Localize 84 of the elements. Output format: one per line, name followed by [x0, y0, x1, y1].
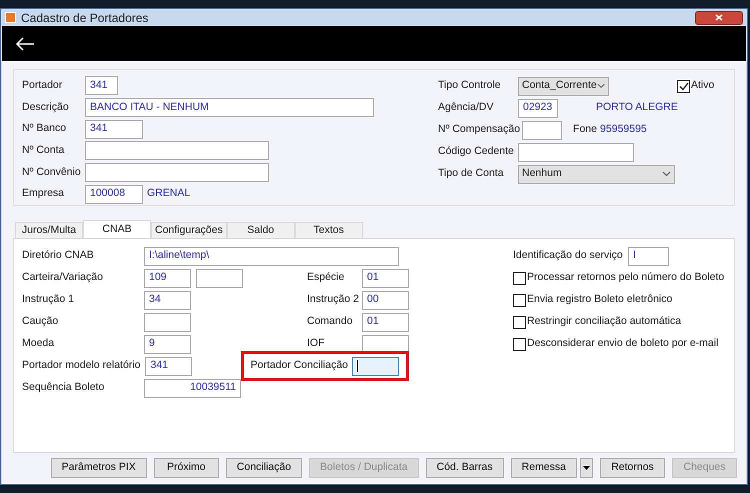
chevron-down-icon	[662, 171, 671, 177]
input-field[interactable]: 9	[144, 334, 191, 354]
input-field[interactable]: 341	[85, 76, 118, 96]
checkbox[interactable]	[513, 316, 526, 328]
action-button[interactable]: Cód. Barras	[426, 458, 504, 478]
select-field[interactable]: Nenhum	[518, 164, 675, 184]
input-field[interactable]	[85, 163, 269, 182]
input-field[interactable]: I	[628, 246, 669, 266]
input-field[interactable]	[196, 268, 243, 288]
close-icon	[715, 14, 723, 21]
tab[interactable]: CNAB	[83, 220, 151, 238]
input-field[interactable]	[522, 120, 562, 140]
checkbox[interactable]	[513, 294, 526, 306]
city-name: PORTO ALEGRE	[596, 100, 678, 116]
tab[interactable]: Juros/Multa	[15, 222, 83, 238]
input-field[interactable]: BANCO ITAU - NENHUM	[85, 98, 374, 117]
phone-number: 95959595	[600, 122, 647, 138]
input-field[interactable]: 01	[362, 312, 409, 332]
input-field[interactable]	[518, 142, 634, 162]
input-field[interactable]: 00	[362, 290, 409, 310]
input-field[interactable]: 10039511	[144, 378, 241, 398]
company-name: GRENAL	[147, 186, 190, 202]
tab[interactable]: Configurações	[151, 222, 227, 238]
field-label: Sequência Boleto	[22, 380, 104, 396]
checkbox-label: Ativo	[691, 78, 714, 94]
checkbox-label: Envia registro Boleto eletrônico	[527, 292, 672, 308]
checkbox-label: Processar retornos pelo número do Boleto	[527, 270, 724, 286]
input-field[interactable]: 01	[362, 268, 409, 288]
field-label: Instrução 2	[307, 292, 359, 308]
field-label: Espécie	[307, 270, 344, 286]
field-label: IOF	[307, 336, 324, 352]
input-field[interactable]	[144, 312, 191, 332]
check-icon	[678, 82, 688, 90]
field-label: Agência/DV	[438, 100, 494, 116]
action-button[interactable]: Conciliação	[226, 458, 302, 478]
input-field[interactable]: 100008	[85, 184, 143, 204]
checkbox-label: Restringir conciliação automática	[527, 314, 682, 330]
field-label: Nº Conta	[22, 142, 64, 158]
tab[interactable]: Saldo	[226, 222, 295, 238]
field-label: Moeda	[22, 336, 54, 352]
action-button[interactable]: Retornos	[600, 458, 665, 478]
input-field[interactable]: I:\aline\temp\	[144, 246, 399, 266]
field-label: Caução	[22, 314, 58, 330]
field-label: Portador Conciliação	[250, 358, 348, 374]
field-label: Portador modelo relatório	[22, 358, 140, 374]
field-label: Portador	[22, 78, 62, 93]
window-title: Cadastro de Portadores	[21, 10, 148, 26]
select-field[interactable]: Conta_Corrente	[518, 76, 609, 96]
field-label: Comando	[307, 314, 353, 330]
checkbox[interactable]	[513, 338, 526, 350]
input-field[interactable]: 109	[144, 268, 191, 288]
field-label: Diretório CNAB	[22, 248, 94, 264]
field-label: Nº Banco	[22, 121, 66, 136]
input-field[interactable]: 341	[85, 120, 143, 139]
field-label: Tipo de Conta	[438, 166, 504, 182]
field-label: Tipo Controle	[438, 78, 501, 94]
back-arrow-icon[interactable]	[15, 36, 35, 50]
field-label: Código Cedente	[438, 144, 514, 160]
app-icon	[5, 12, 16, 23]
input-field[interactable]	[85, 141, 269, 160]
field-label: Fone	[573, 122, 597, 138]
field-label: Instrução 1	[22, 292, 74, 308]
caret-icon	[583, 466, 590, 470]
close-button[interactable]	[695, 10, 743, 24]
input-field[interactable]: 341	[145, 356, 192, 376]
dropdown-button[interactable]	[580, 458, 593, 478]
field-label: Carteira/Variação	[22, 270, 103, 286]
action-button[interactable]: Parâmetros PIX	[50, 458, 147, 478]
checkbox[interactable]	[513, 272, 526, 284]
field-label: Identificação do serviço	[513, 248, 623, 264]
checkbox[interactable]	[677, 80, 690, 92]
action-button[interactable]: Remessa	[510, 458, 577, 478]
input-field[interactable]	[352, 356, 399, 376]
input-field[interactable]: 02923	[518, 98, 558, 118]
text-cursor	[357, 360, 358, 372]
input-field[interactable]: 34	[144, 290, 191, 310]
field-label: Nº Compensação	[438, 122, 520, 138]
field-label: Descrição	[22, 100, 69, 115]
field-label: Nº Convênio	[22, 164, 81, 180]
tab[interactable]: Textos	[294, 222, 363, 238]
checkbox-label: Desconsiderar envio de boleto por e-mail	[527, 336, 718, 352]
field-label: Empresa	[22, 186, 64, 202]
chevron-down-icon	[596, 83, 605, 89]
action-button[interactable]: Próximo	[154, 458, 219, 478]
